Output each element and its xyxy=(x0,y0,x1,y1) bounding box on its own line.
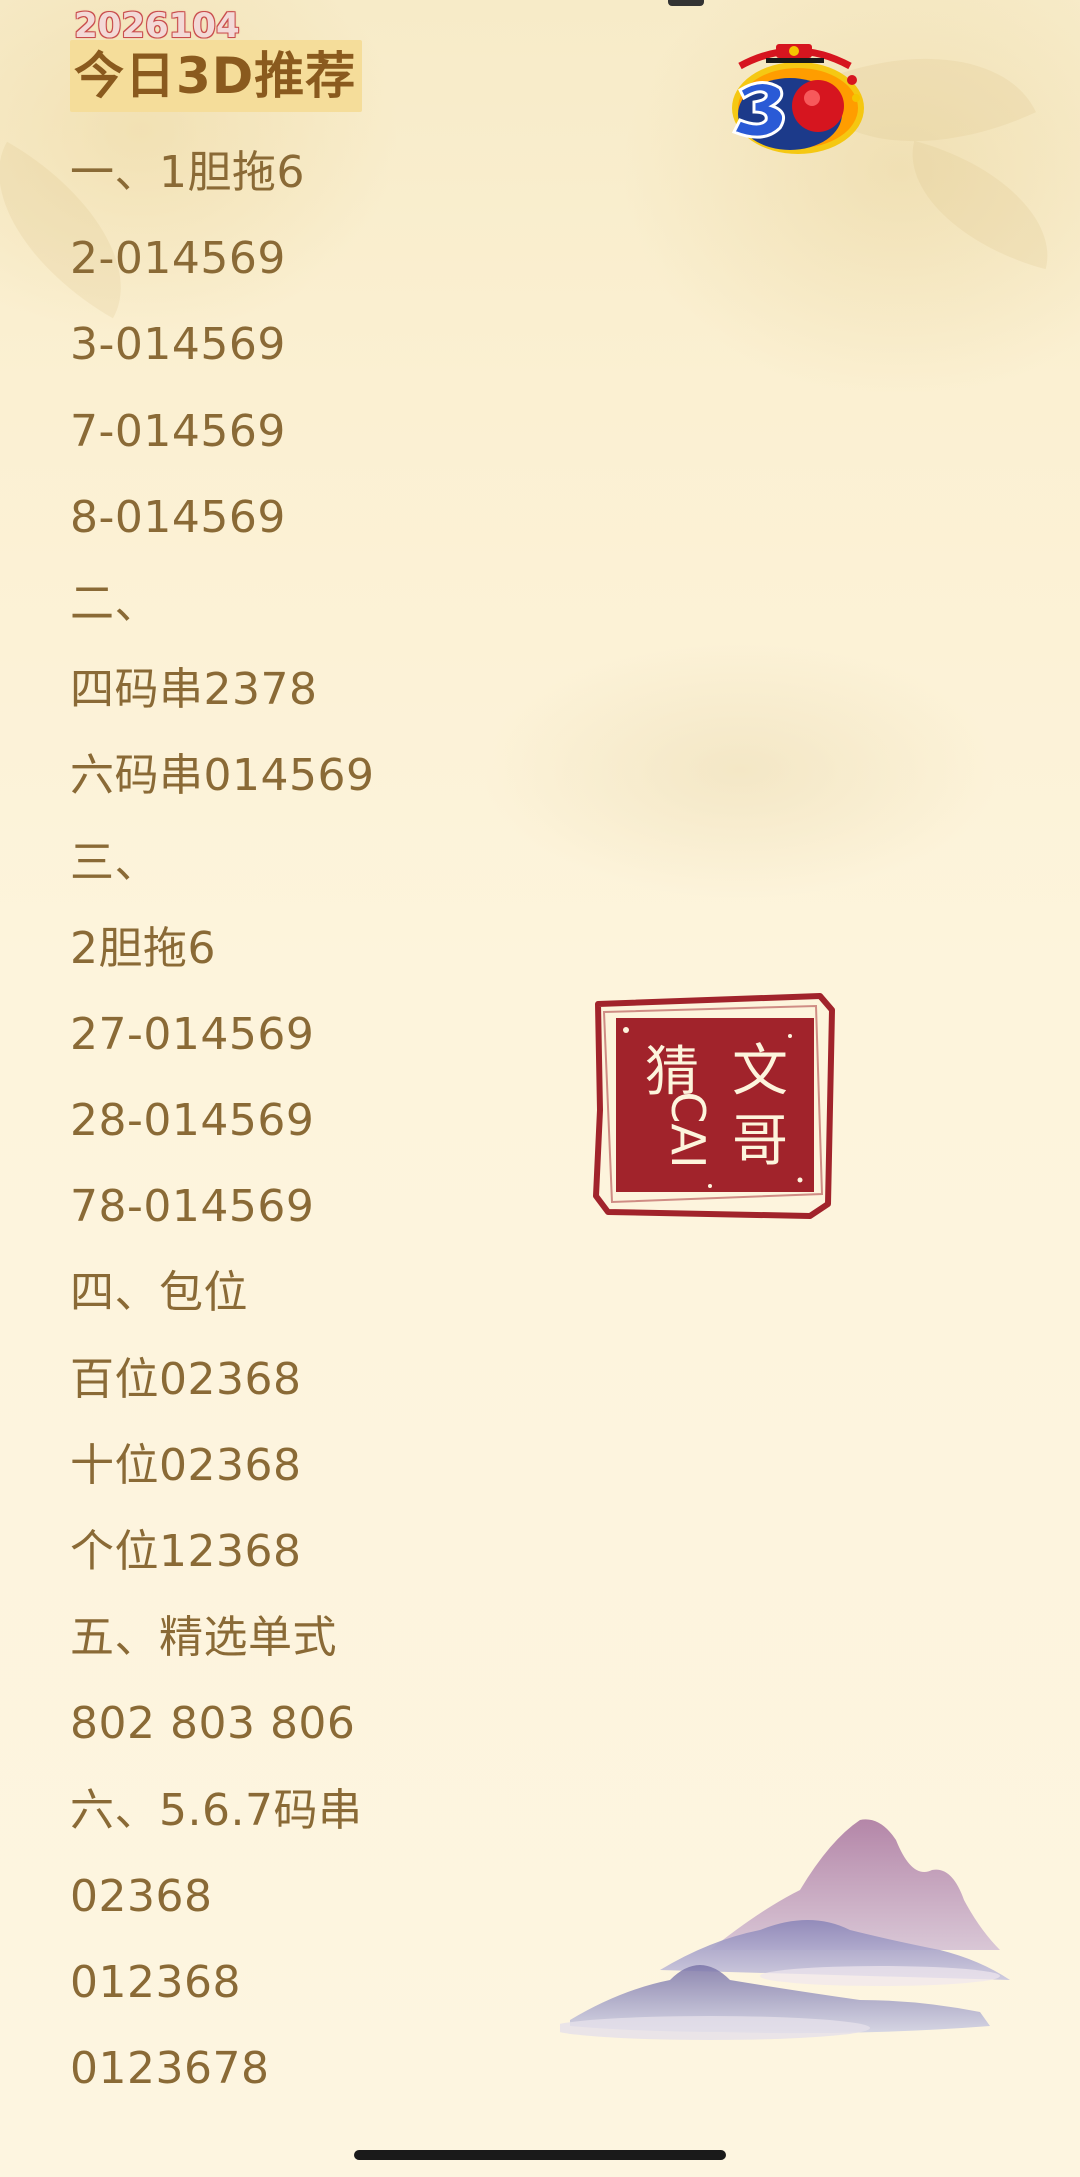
background-cloud xyxy=(480,640,1000,900)
lottery-3d-logo-icon xyxy=(731,44,864,154)
list-item: 四码串2378 xyxy=(70,664,318,716)
list-item: 百位02368 xyxy=(70,1353,302,1405)
recommendation-list: 一、1胆拖6 2-014569 3-014569 7-014569 8-0145… xyxy=(70,142,374,2124)
list-item: 一、1胆拖6 xyxy=(70,147,305,198)
list-item: 8-014569 xyxy=(70,491,286,543)
list-item: 7-014569 xyxy=(70,405,286,457)
list-item: 五、精选单式 xyxy=(70,1612,337,1664)
list-item: 个位12368 xyxy=(70,1526,302,1577)
seal-char-ge: 哥 xyxy=(732,1109,788,1174)
seal-stamp-icon: 文 哥 猜 CAI xyxy=(593,993,835,1219)
seal-latin-cai: CAI xyxy=(661,1091,715,1168)
list-item: 二、 xyxy=(70,577,159,629)
list-item: 78-014569 xyxy=(70,1181,315,1233)
list-item: 802 803 806 xyxy=(70,1698,356,1750)
page-background: 2026104 今日3D推荐 一、1胆拖6 2-014569 3-014569 … xyxy=(0,0,1080,2177)
list-item: 2-014569 xyxy=(70,233,286,285)
home-indicator[interactable] xyxy=(354,2150,726,2160)
list-item: 3-014569 xyxy=(70,319,286,371)
list-item: 02368 xyxy=(70,1870,213,1922)
page-title: 今日3D推荐 xyxy=(74,47,357,105)
list-item: 0123678 xyxy=(70,2043,270,2095)
list-item: 六、5.6.7码串 xyxy=(70,1784,363,1836)
title-highlight: 今日3D推荐 xyxy=(70,40,363,112)
list-item: 27-014569 xyxy=(70,1008,315,1060)
list-item: 012368 xyxy=(70,1956,241,2008)
mountain-landscape-icon xyxy=(560,1819,1010,2040)
list-item: 十位02368 xyxy=(70,1439,302,1491)
list-item: 2胆拖6 xyxy=(70,922,216,974)
list-item: 四、包位 xyxy=(70,1267,248,1319)
list-item: 六码串014569 xyxy=(70,750,375,802)
top-marker xyxy=(668,0,704,6)
list-item: 三、 xyxy=(70,836,159,888)
seal-char-wen: 文 xyxy=(732,1039,788,1104)
list-item: 28-014569 xyxy=(70,1095,315,1147)
